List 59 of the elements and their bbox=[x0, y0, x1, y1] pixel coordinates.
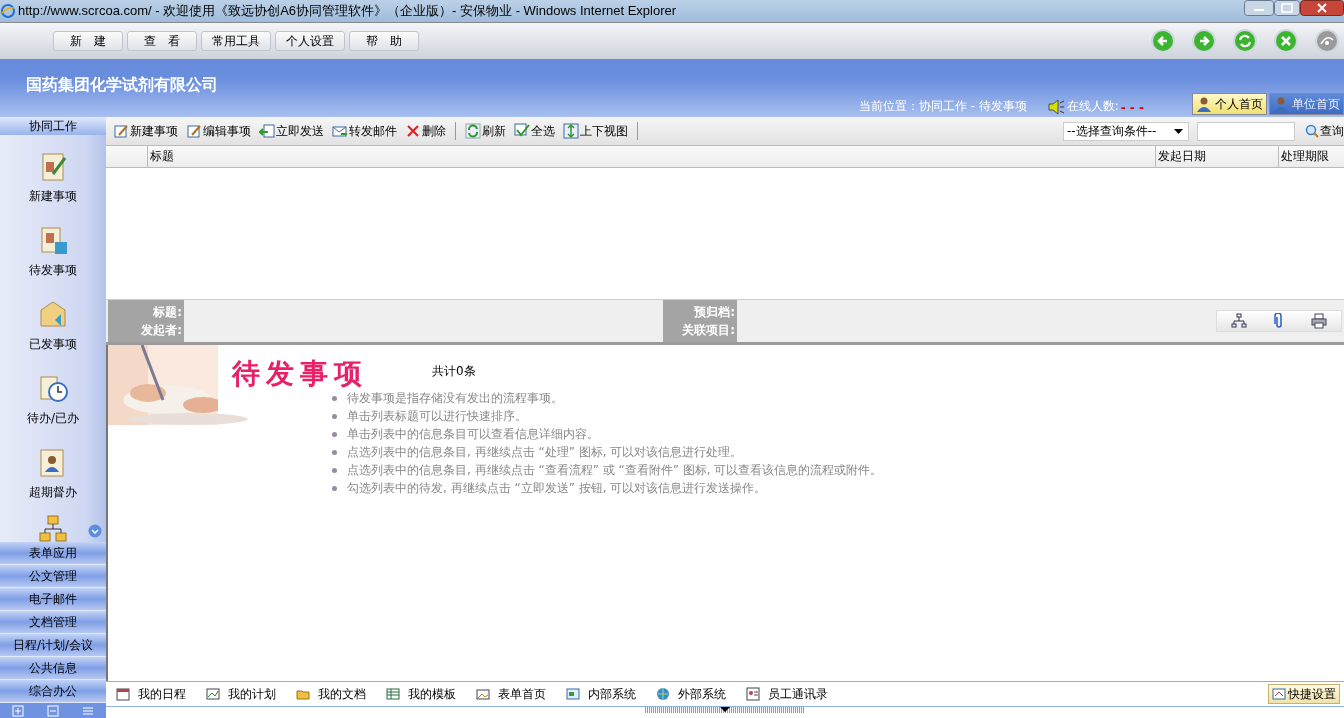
sidebar-section[interactable]: 公文管理 bbox=[0, 565, 106, 588]
sidebar-section[interactable]: 电子邮件 bbox=[0, 588, 106, 611]
column-header[interactable]: 发起日期 bbox=[1156, 146, 1279, 167]
sidebar-item[interactable]: 待办/已办 bbox=[26, 410, 79, 427]
quick-link[interactable]: 我的模板 bbox=[386, 685, 456, 703]
sidebar-section[interactable]: 表单应用 bbox=[0, 542, 106, 565]
query-button[interactable]: 查询 bbox=[1297, 122, 1344, 140]
sidebar-item[interactable]: 待发事项 bbox=[29, 262, 77, 279]
field-label: 预归档: bbox=[694, 304, 735, 321]
quick-link[interactable]: 我的日程 bbox=[116, 685, 186, 703]
toolbar-button[interactable]: 刷新 bbox=[462, 122, 509, 140]
menu-button[interactable]: 帮 助 bbox=[349, 31, 419, 51]
tip-text: 点选列表中的信息条目, 再继续点击 “查看流程” 或 “查看附件” 图标, 可以查看该信息的流程或附件。 bbox=[347, 461, 883, 479]
tip-text: 待发事项是指存储没有发出的流程事项。 bbox=[347, 389, 563, 407]
quick-link[interactable]: 内部系统 bbox=[566, 685, 636, 703]
toolbar-button[interactable]: 立即发送 bbox=[256, 122, 327, 140]
menu-button[interactable]: 查 看 bbox=[127, 31, 197, 51]
sidebar-section[interactable]: 公共信息 bbox=[0, 657, 106, 680]
page-heading: 待发事项 bbox=[232, 356, 368, 392]
toolbar-button[interactable]: 转发邮件 bbox=[329, 122, 400, 140]
quick-settings-button[interactable]: 快捷设置 bbox=[1268, 684, 1340, 704]
quick-link[interactable]: 表单首页 bbox=[476, 685, 546, 703]
quick-link[interactable]: 员工通讯录 bbox=[746, 685, 828, 703]
column-header[interactable]: 处理期限 bbox=[1279, 146, 1344, 167]
sidebar-item[interactable]: 超期督办 bbox=[29, 484, 77, 501]
company-name: 国药集团化学试剂有限公司 bbox=[25, 74, 218, 96]
field-label: 标题: bbox=[153, 304, 182, 321]
tip-text: 单击列表中的信息条目可以查看信息详细内容。 bbox=[347, 425, 599, 443]
field-label: 发起者: bbox=[141, 322, 182, 339]
home-tab[interactable]: 个人首页 bbox=[1192, 93, 1267, 115]
tip-text: 勾选列表中的待发, 再继续点击 “立即发送” 按钮, 可以对该信息进行发送操作。 bbox=[347, 479, 767, 497]
sidebar-header[interactable]: 协同工作 bbox=[0, 117, 106, 135]
item-count: 共计0条 bbox=[432, 363, 476, 380]
sidebar-item[interactable]: 新建事项 bbox=[29, 188, 77, 205]
quick-link[interactable]: 外部系统 bbox=[656, 685, 726, 703]
window-title: http://www.scrcoa.com/ - 欢迎使用《致远协创A6协同管理软件》（企业版）- 安保物业 - Windows Internet Explorer bbox=[18, 2, 677, 20]
home-tab[interactable]: 单位首页 bbox=[1269, 93, 1344, 115]
online-label: 在线人数: bbox=[1066, 98, 1119, 115]
tip-text: 点选列表中的信息条目, 再继续点击 “处理” 图标, 可以对该信息进行处理。 bbox=[347, 443, 743, 461]
query-condition-dropdown[interactable]: --选择查询条件-- bbox=[1063, 121, 1189, 141]
field-label: 关联项目: bbox=[682, 322, 735, 339]
quick-link[interactable]: 我的计划 bbox=[206, 685, 276, 703]
breadcrumb: 当前位置：协同工作 - 待发事项 bbox=[858, 98, 1027, 115]
toolbar-button[interactable]: 编辑事项 bbox=[183, 122, 254, 140]
tip-text: 单击列表标题可以进行快速排序。 bbox=[347, 407, 527, 425]
sidebar-section[interactable]: 文档管理 bbox=[0, 611, 106, 634]
sidebar-section[interactable]: 综合办公 bbox=[0, 680, 106, 703]
toolbar-button[interactable]: 新建事项 bbox=[110, 122, 181, 140]
sidebar-item[interactable]: 已发事项 bbox=[29, 336, 77, 353]
quick-link[interactable]: 我的文档 bbox=[296, 685, 366, 703]
online-count: - - - bbox=[1120, 101, 1144, 115]
sidebar-section[interactable]: 日程/计划/会议 bbox=[0, 634, 106, 657]
toolbar-button[interactable]: 全选 bbox=[511, 122, 558, 140]
menu-button[interactable]: 常用工具 bbox=[201, 31, 271, 51]
menu-button[interactable]: 新 建 bbox=[53, 31, 123, 51]
menu-button[interactable]: 个人设置 bbox=[275, 31, 345, 51]
toolbar-button[interactable]: 上下视图 bbox=[560, 122, 631, 140]
toolbar-button[interactable]: 删除 bbox=[402, 122, 449, 140]
column-header[interactable]: 标题 bbox=[148, 146, 1156, 167]
